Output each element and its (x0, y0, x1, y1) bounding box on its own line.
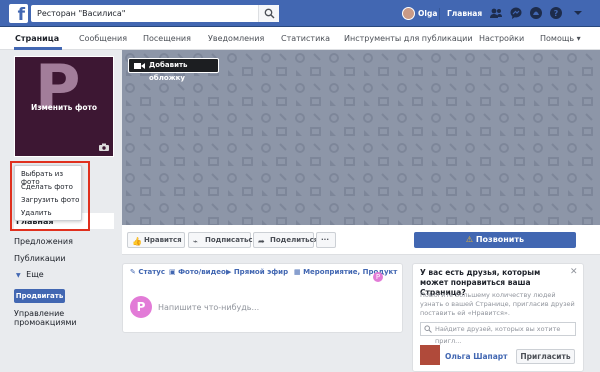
camera-icon (99, 143, 109, 151)
cover-pattern-icons (122, 50, 600, 225)
left-nav-more[interactable]: ▼ Еще (16, 270, 114, 279)
profile-letter: P (35, 51, 81, 124)
invite-button[interactable]: Пригласить (516, 349, 575, 364)
post-as-avatar[interactable]: P (373, 272, 383, 282)
friend-requests-icon[interactable] (489, 6, 503, 20)
user-avatar[interactable] (402, 7, 415, 20)
tab-page[interactable]: Страница (15, 34, 59, 43)
add-cover-label: Добавить обложку (149, 61, 188, 82)
search-input[interactable]: Ресторан "Василиса" (31, 5, 279, 22)
composer-tab-photo-video[interactable]: ▣ Фото/видео (169, 268, 226, 276)
thumbs-up-icon: 👍 (132, 237, 142, 246)
tab-statistics[interactable]: Статистика (281, 34, 330, 43)
home-link[interactable]: Главная (447, 9, 482, 18)
tab-visits[interactable]: Посещения (143, 34, 191, 43)
invite-card-text: Помогите большему количеству людей узнат… (420, 291, 575, 317)
divider (439, 8, 440, 20)
change-photo-label[interactable]: Изменить фото (15, 103, 113, 112)
messenger-icon[interactable] (509, 6, 523, 20)
manage-promotions-link[interactable]: Управление промоакциями (14, 309, 124, 327)
composer-input[interactable]: Напишите что-нибудь... (158, 303, 259, 312)
left-nav-item-posts[interactable]: Публикации (14, 254, 112, 263)
svg-text:?: ? (554, 9, 559, 18)
cover-photo-area[interactable] (122, 50, 600, 225)
composer-tab-status-label: Статус (138, 268, 165, 276)
share-button[interactable]: ➦ Поделиться (253, 232, 318, 248)
facebook-logo[interactable]: f (9, 4, 28, 23)
share-arrow-icon: ➦ (258, 237, 265, 246)
composer-tab-event-label: Мероприятие, Продукт (303, 268, 398, 276)
friend-avatar[interactable] (420, 345, 440, 365)
composer-tab-status[interactable]: ✎ Статус (130, 268, 165, 276)
tab-messages[interactable]: Сообщения (79, 34, 127, 43)
help-icon[interactable]: ? (549, 6, 563, 20)
promote-button[interactable]: Продвигать (14, 289, 65, 303)
tab-notifications[interactable]: Уведомления (208, 34, 264, 43)
top-navigation-bar: f Ресторан "Василиса" Olga Главная ? (0, 0, 600, 27)
live-video-icon: ▶ (226, 268, 232, 276)
add-cover-button[interactable]: Добавить обложку (128, 58, 219, 82)
highlight-frame (10, 161, 90, 231)
warning-icon: ⚠ (465, 235, 474, 244)
photo-icon: ▣ (169, 268, 176, 276)
tab-publishing-tools[interactable]: Инструменты для публикации (344, 34, 473, 43)
search-icon (424, 325, 432, 333)
account-menu-chevron-icon[interactable] (571, 6, 585, 20)
left-nav-more-label: Еще (26, 270, 44, 279)
rss-icon: ⌁ (193, 237, 198, 246)
tab-help[interactable]: Помощь ▾ (540, 34, 581, 43)
user-name-link[interactable]: Olga (418, 9, 437, 18)
tab-settings[interactable]: Настройки (479, 34, 524, 43)
share-label: Поделиться (270, 236, 319, 244)
composer-tab-live[interactable]: ▶ Прямой эфир (226, 268, 288, 276)
page-tabs-bar: Страница Сообщения Посещения Уведомления… (0, 27, 600, 50)
chevron-down-icon: ▼ (16, 272, 21, 279)
profile-picture[interactable]: P Изменить фото (14, 51, 114, 157)
close-icon[interactable]: ✕ (570, 267, 578, 277)
like-button[interactable]: 👍 Нравится (127, 232, 185, 248)
notifications-icon[interactable] (529, 6, 543, 20)
pencil-icon: ✎ (130, 268, 136, 276)
search-button[interactable] (258, 5, 279, 22)
call-label: Позвонить (475, 235, 525, 244)
active-tab-indicator (14, 47, 62, 50)
friend-name-link[interactable]: Ольга Шапарт (445, 352, 508, 361)
composer-tab-live-label: Прямой эфир (233, 268, 289, 276)
follow-label: Подписаться (205, 236, 258, 244)
like-label: Нравится (144, 236, 182, 244)
calendar-icon: ▦ (294, 268, 301, 276)
video-camera-icon (134, 63, 145, 69)
follow-button[interactable]: ⌁ Подписаться (188, 232, 257, 248)
friend-search-input[interactable]: Найдите друзей, которых вы хотите пригл.… (420, 322, 576, 345)
search-icon (264, 8, 275, 19)
composer-avatar: P (130, 296, 152, 318)
more-options-button[interactable]: ··· (316, 232, 336, 248)
call-button[interactable]: ⚠ Позвонить (414, 232, 576, 248)
composer-tab-photo-label: Фото/видео (178, 268, 226, 276)
left-nav-item-offers[interactable]: Предложения (14, 237, 112, 246)
